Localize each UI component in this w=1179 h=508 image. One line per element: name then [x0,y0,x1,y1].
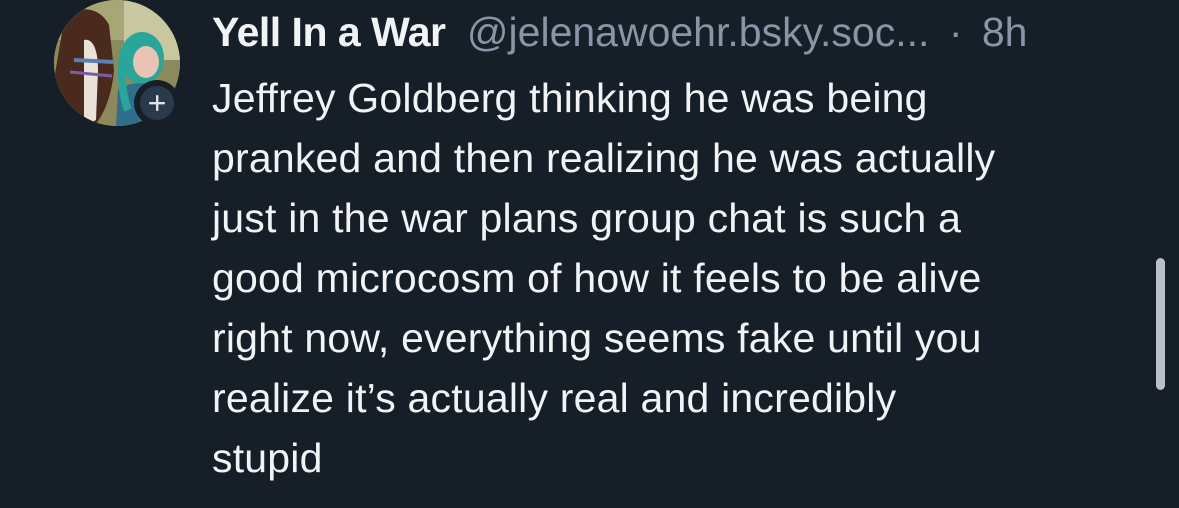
follow-button[interactable] [134,80,180,126]
post-text: Jeffrey Goldberg thinking he was being p… [212,75,996,481]
author-display-name[interactable]: Yell In a War [212,9,446,55]
post-item[interactable]: Yell In a War @jelenawoehr.bsky.soc... ·… [0,0,1179,508]
post-timestamp[interactable]: 8h [982,9,1028,55]
post-header: Yell In a War @jelenawoehr.bsky.soc... ·… [212,8,1142,56]
author-avatar[interactable] [54,0,180,126]
author-handle[interactable]: @jelenawoehr.bsky.soc... [467,9,929,55]
header-separator: · [948,9,963,55]
scrollbar-thumb[interactable] [1156,258,1165,390]
follow-badge-inner [138,84,176,122]
plus-icon [149,95,165,111]
